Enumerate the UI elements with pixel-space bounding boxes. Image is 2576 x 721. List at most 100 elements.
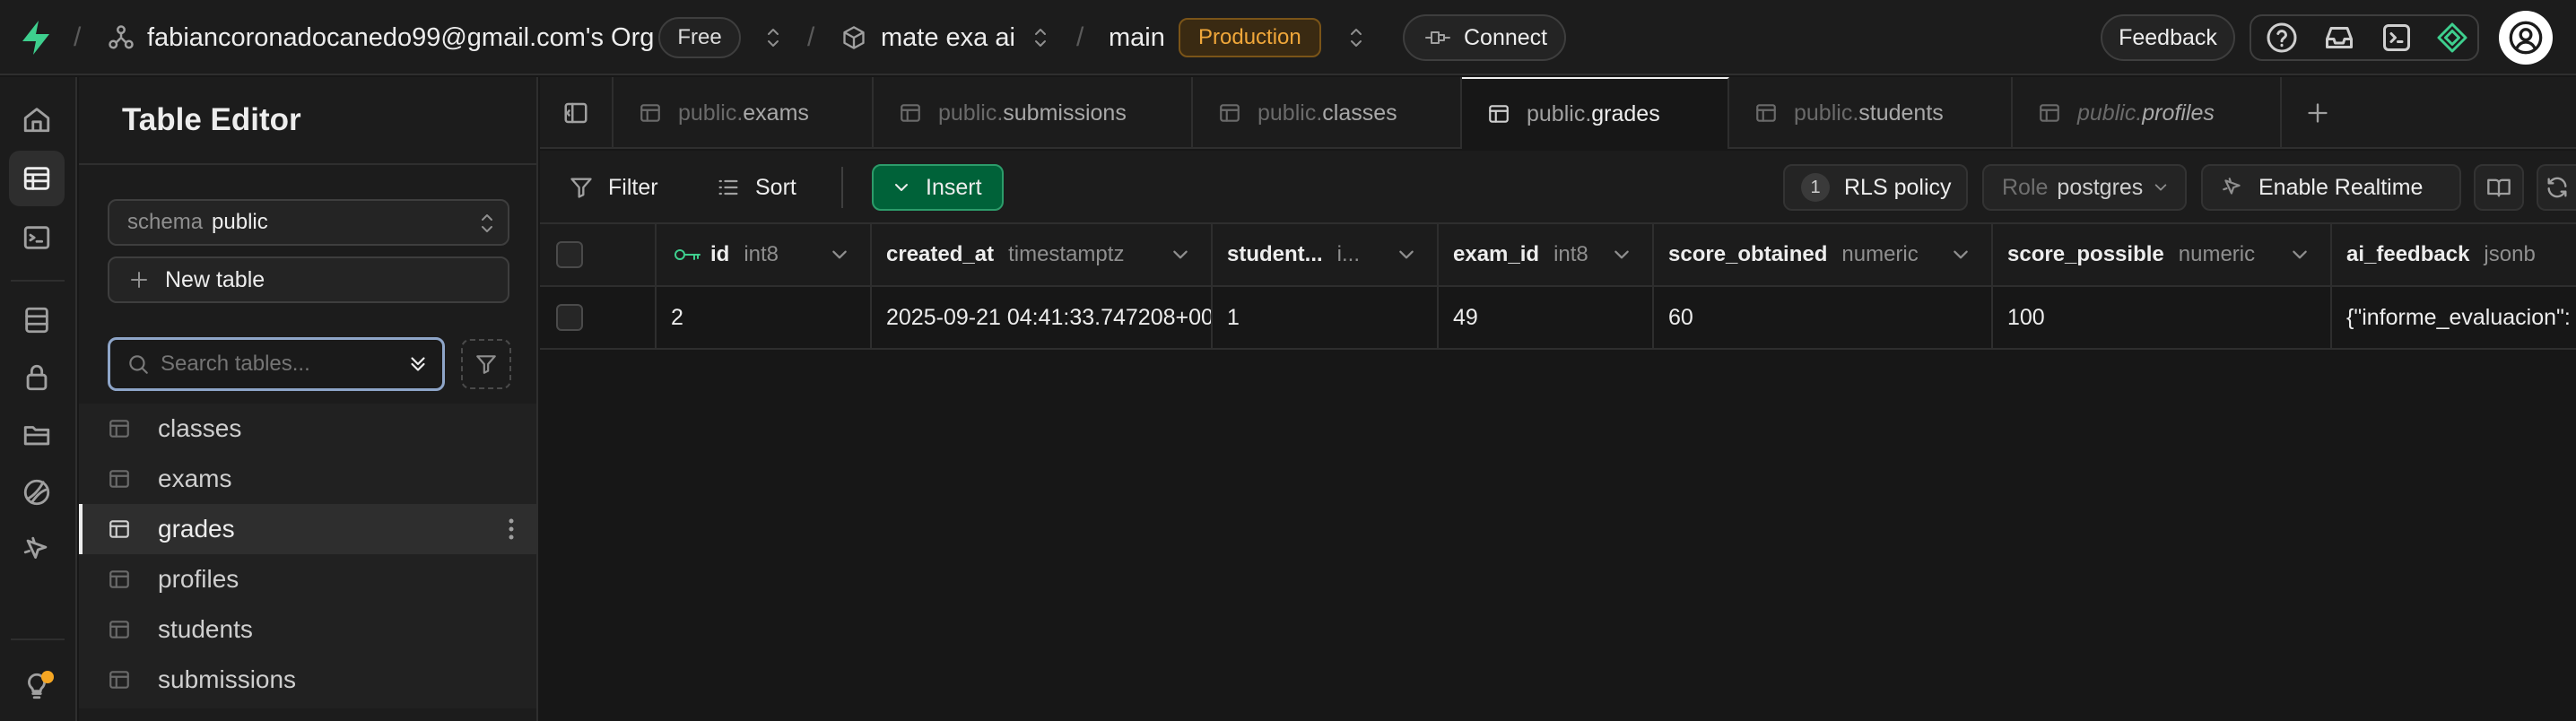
- nav-edge-functions[interactable]: [9, 465, 65, 520]
- column-name: score_obtained: [1668, 242, 1828, 266]
- help-icon[interactable]: [2266, 22, 2298, 54]
- plan-badge: Free: [658, 17, 741, 58]
- search-icon: [126, 352, 150, 376]
- cell-id[interactable]: 2: [657, 287, 872, 348]
- column-header-score-possible[interactable]: score_possible numeric: [1993, 224, 2332, 285]
- table-icon: [639, 101, 662, 125]
- org-icon: [108, 24, 135, 51]
- nav-realtime[interactable]: [9, 522, 65, 578]
- cell-student-id[interactable]: 1: [1213, 287, 1439, 348]
- collapse-all-chevrons-icon[interactable]: [406, 352, 430, 376]
- nav-database[interactable]: [9, 292, 65, 348]
- column-header-ai-feedback[interactable]: ai_feedback jsonb: [2332, 224, 2576, 285]
- table-name: submissions: [158, 665, 297, 693]
- nav-table-editor[interactable]: [9, 151, 65, 206]
- docs-button[interactable]: [2474, 164, 2524, 211]
- column-header-student-id[interactable]: student... i...: [1213, 224, 1439, 285]
- column-menu-chevron-icon[interactable]: [2291, 246, 2309, 264]
- filter-tables-button[interactable]: [461, 339, 511, 389]
- sort-button[interactable]: Sort: [716, 151, 796, 224]
- nav-storage[interactable]: [9, 407, 65, 463]
- user-avatar[interactable]: [2499, 11, 2553, 65]
- role-value: postgres: [2057, 174, 2144, 200]
- project-selector[interactable]: mate exa ai: [841, 0, 1015, 75]
- cell-score-obtained[interactable]: 60: [1654, 287, 1993, 348]
- filter-button[interactable]: Filter: [569, 151, 658, 224]
- connect-button[interactable]: Connect: [1403, 14, 1566, 61]
- insert-button[interactable]: Insert: [872, 164, 1004, 211]
- new-table-button[interactable]: New table: [108, 256, 509, 303]
- tab-classes[interactable]: public. classes: [1193, 77, 1462, 149]
- table-editor-icon: [22, 163, 52, 194]
- rls-label: RLS policy: [1844, 174, 1952, 200]
- column-header-id[interactable]: id int8: [657, 224, 872, 285]
- nav-authentication[interactable]: [9, 350, 65, 405]
- table-list-item[interactable]: profiles: [79, 554, 536, 604]
- enable-realtime-button[interactable]: Enable Realtime: [2201, 164, 2461, 211]
- feedback-button[interactable]: Feedback: [2101, 14, 2235, 61]
- cell-ai-feedback[interactable]: {"informe_evaluacion":: [2332, 287, 2576, 348]
- toggle-sidebar-button[interactable]: [540, 77, 614, 149]
- column-type: i...: [1336, 242, 1361, 266]
- table-list-item[interactable]: exams: [79, 454, 536, 504]
- column-menu-chevron-icon[interactable]: [1171, 246, 1189, 264]
- table-icon: [1487, 102, 1510, 126]
- tab-exams[interactable]: public. exams: [614, 77, 874, 149]
- search-tables-input[interactable]: [161, 352, 394, 377]
- column-menu-chevron-icon[interactable]: [1952, 246, 1970, 264]
- plus-icon: [2306, 101, 2329, 125]
- nav-sql-editor[interactable]: [9, 210, 65, 265]
- assistant-diamond-icon[interactable]: [2436, 22, 2468, 54]
- table-list-item[interactable]: classes: [79, 404, 536, 454]
- new-tab-button[interactable]: [2282, 77, 2354, 149]
- org-switch-chevron-icon[interactable]: [764, 0, 782, 75]
- nav-home[interactable]: [9, 91, 65, 147]
- table-list-item[interactable]: students: [79, 604, 536, 655]
- more-options-icon[interactable]: [508, 517, 515, 542]
- row-checkbox[interactable]: [556, 304, 583, 331]
- inbox-icon[interactable]: [2323, 22, 2355, 54]
- branch-selector[interactable]: main: [1109, 0, 1165, 75]
- tab-students[interactable]: public. students: [1729, 77, 2013, 149]
- nav-advisors[interactable]: [9, 658, 65, 714]
- column-menu-chevron-icon[interactable]: [1397, 246, 1415, 264]
- terminal-icon[interactable]: [2380, 22, 2413, 54]
- table-icon: [108, 668, 131, 691]
- breadcrumb-separator: /: [74, 22, 82, 52]
- column-header-score-obtained[interactable]: score_obtained numeric: [1654, 224, 1993, 285]
- tab-table-name: grades: [1591, 100, 1660, 126]
- branch-switch-chevron-icon[interactable]: [1347, 0, 1365, 75]
- schema-selector[interactable]: schema public: [108, 199, 509, 246]
- refresh-icon: [2545, 175, 2570, 200]
- column-type: timestamptz: [1008, 242, 1125, 266]
- edge-functions-icon: [22, 477, 52, 508]
- column-menu-chevron-icon[interactable]: [831, 246, 849, 264]
- realtime-label: Enable Realtime: [2258, 174, 2424, 200]
- connect-label: Connect: [1464, 24, 1548, 50]
- table-row[interactable]: 2 2025-09-21 04:41:33.747208+00 1 49 60 …: [540, 287, 2576, 350]
- role-selector[interactable]: Role postgres: [1982, 164, 2187, 211]
- tab-submissions[interactable]: public. submissions: [874, 77, 1193, 149]
- rls-policy-button[interactable]: 1 RLS policy: [1783, 164, 1968, 211]
- supabase-logo-icon[interactable]: [20, 0, 52, 75]
- table-list-item[interactable]: submissions: [79, 655, 536, 705]
- table-name: exams: [158, 465, 232, 492]
- tab-grades[interactable]: public. grades: [1462, 77, 1729, 149]
- refresh-button[interactable]: [2537, 164, 2576, 211]
- top-bar: / fabiancoronadocanedo99@gmail.com's Org…: [0, 0, 2576, 75]
- cell-exam-id[interactable]: 49: [1439, 287, 1654, 348]
- funnel-icon: [474, 352, 498, 376]
- sort-label: Sort: [755, 174, 796, 200]
- column-header-exam-id[interactable]: exam_id int8: [1439, 224, 1654, 285]
- project-switch-chevron-icon[interactable]: [1031, 0, 1049, 75]
- cell-created-at[interactable]: 2025-09-21 04:41:33.747208+00: [872, 287, 1213, 348]
- cell-score-possible[interactable]: 100: [1993, 287, 2332, 348]
- tab-profiles[interactable]: public. profiles: [2013, 77, 2282, 149]
- select-all-checkbox[interactable]: [556, 241, 583, 268]
- sort-list-icon: [716, 175, 741, 200]
- column-header-created-at[interactable]: created_at timestamptz: [872, 224, 1213, 285]
- org-selector[interactable]: fabiancoronadocanedo99@gmail.com's Org: [108, 0, 654, 75]
- column-menu-chevron-icon[interactable]: [1613, 246, 1631, 264]
- table-list-item-active[interactable]: grades: [79, 504, 536, 554]
- branch-name: main: [1109, 22, 1165, 52]
